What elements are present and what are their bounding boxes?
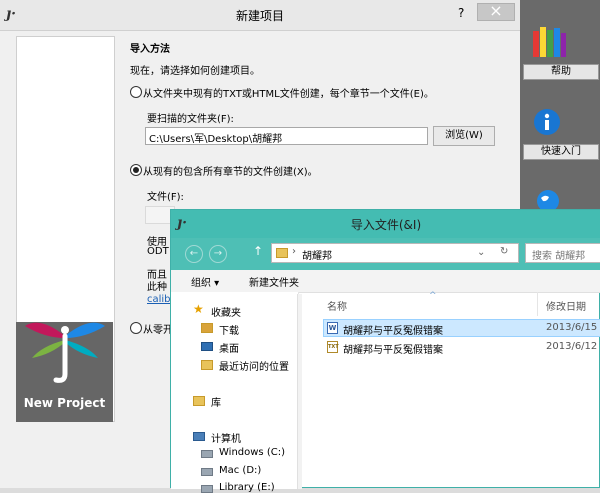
option-file-label[interactable]: 从现有的包含所有章节的文件创建(X)。 [143, 163, 318, 178]
nav-scrollbar[interactable] [297, 294, 302, 489]
banner-text: New Project [23, 396, 106, 410]
library-icon [193, 396, 205, 406]
computer-icon [193, 432, 205, 441]
browse-button[interactable]: 浏览(W) [433, 126, 495, 146]
info-text-4: 此种 [147, 282, 167, 293]
breadcrumb-separator: › [292, 246, 296, 257]
folder-icon [276, 248, 288, 258]
globe-icon[interactable] [535, 188, 561, 210]
nav-desktop[interactable]: 桌面 [219, 340, 239, 355]
file-label: 文件(F): [147, 192, 184, 203]
organize-button[interactable]: 组织 ▾ [191, 274, 219, 289]
import-file-dialog: ȷ· 导入文件(&I) ← → ↑ › 胡耀邦 ⌄ ↻ 搜索 胡耀邦 组织 ▾ … [170, 209, 600, 493]
search-placeholder: 搜索 胡耀邦 [532, 251, 586, 262]
drive-d-icon [201, 468, 213, 476]
nav-drive-c[interactable]: Windows (C:) [219, 447, 285, 458]
info-icon[interactable] [533, 108, 561, 136]
new-folder-button[interactable]: 新建文件夹 [249, 274, 299, 289]
nav-computer[interactable]: 计算机 [211, 430, 241, 445]
search-input[interactable]: 搜索 胡耀邦 [525, 243, 600, 263]
forward-arrow-icon[interactable]: → [209, 245, 227, 263]
back-arrow-icon[interactable]: ← [185, 245, 203, 263]
txt-doc-icon: TXT [327, 341, 339, 353]
scan-folder-input[interactable]: C:\Users\军\Desktop\胡耀邦 [145, 127, 428, 145]
toolbar [171, 270, 600, 293]
recent-places-icon [201, 360, 213, 370]
scan-folder-label: 要扫描的文件夹(F): [147, 114, 234, 125]
nav-favorites[interactable]: 收藏夹 [211, 304, 241, 319]
help-button[interactable]: ? [458, 6, 464, 20]
nav-recent[interactable]: 最近访问的位置 [219, 358, 289, 373]
nav-downloads[interactable]: 下载 [219, 322, 239, 337]
dragonfly-logo-icon [25, 322, 105, 383]
drive-c-icon [201, 450, 213, 458]
option-blank-label[interactable]: 从零开 [143, 321, 173, 336]
close-button[interactable]: × [477, 3, 515, 21]
column-divider[interactable] [537, 292, 538, 316]
option-folder-radio[interactable] [130, 86, 142, 98]
breadcrumb-folder[interactable]: 胡耀邦 [302, 247, 332, 262]
import-dialog-title: 导入文件(&I) [350, 218, 422, 232]
file-name[interactable]: 胡耀邦与平反冤假错案 [343, 341, 443, 356]
column-modified[interactable]: 修改日期 [546, 298, 586, 313]
instruction-text: 现在，请选择如何创建项目。 [130, 66, 260, 77]
nav-drive-d[interactable]: Mac (D:) [219, 465, 261, 476]
option-folder-label[interactable]: 从文件夹中现有的TXT或HTML文件创建，每个章节一个文件(E)。 [143, 85, 434, 100]
dialog-title: 新建项目 [235, 9, 284, 23]
sort-indicator-icon: ^ [429, 291, 437, 301]
info-text-2: ODT [147, 246, 169, 257]
refresh-icon[interactable]: ↻ [500, 246, 508, 257]
star-icon: ★ [193, 302, 204, 316]
section-title: 导入方法 [130, 44, 170, 55]
help-panel-button[interactable]: 帮助 [523, 64, 599, 80]
chevron-down-icon[interactable]: ⌄ [477, 247, 485, 258]
address-bar[interactable]: › 胡耀邦 ⌄ ↻ [271, 243, 519, 263]
drive-e-icon [201, 485, 213, 493]
desktop-icon [201, 342, 213, 351]
books-icon[interactable] [531, 25, 567, 59]
file-name[interactable]: 胡耀邦与平反冤假错案 [343, 322, 443, 337]
up-arrow-icon[interactable]: ↑ [253, 244, 263, 258]
option-file-radio[interactable] [130, 164, 142, 176]
quickstart-button[interactable]: 快速入门 [523, 144, 599, 160]
calibre-link[interactable]: calib [147, 294, 171, 305]
column-name[interactable]: 名称 [327, 298, 347, 313]
word-doc-icon: W [327, 322, 338, 334]
nav-library[interactable]: 库 [211, 394, 221, 409]
file-date: 2013/6/15 [546, 322, 598, 333]
option-blank-radio[interactable] [130, 322, 142, 334]
file-date: 2013/6/12 [546, 341, 598, 352]
downloads-folder-icon [201, 323, 213, 333]
